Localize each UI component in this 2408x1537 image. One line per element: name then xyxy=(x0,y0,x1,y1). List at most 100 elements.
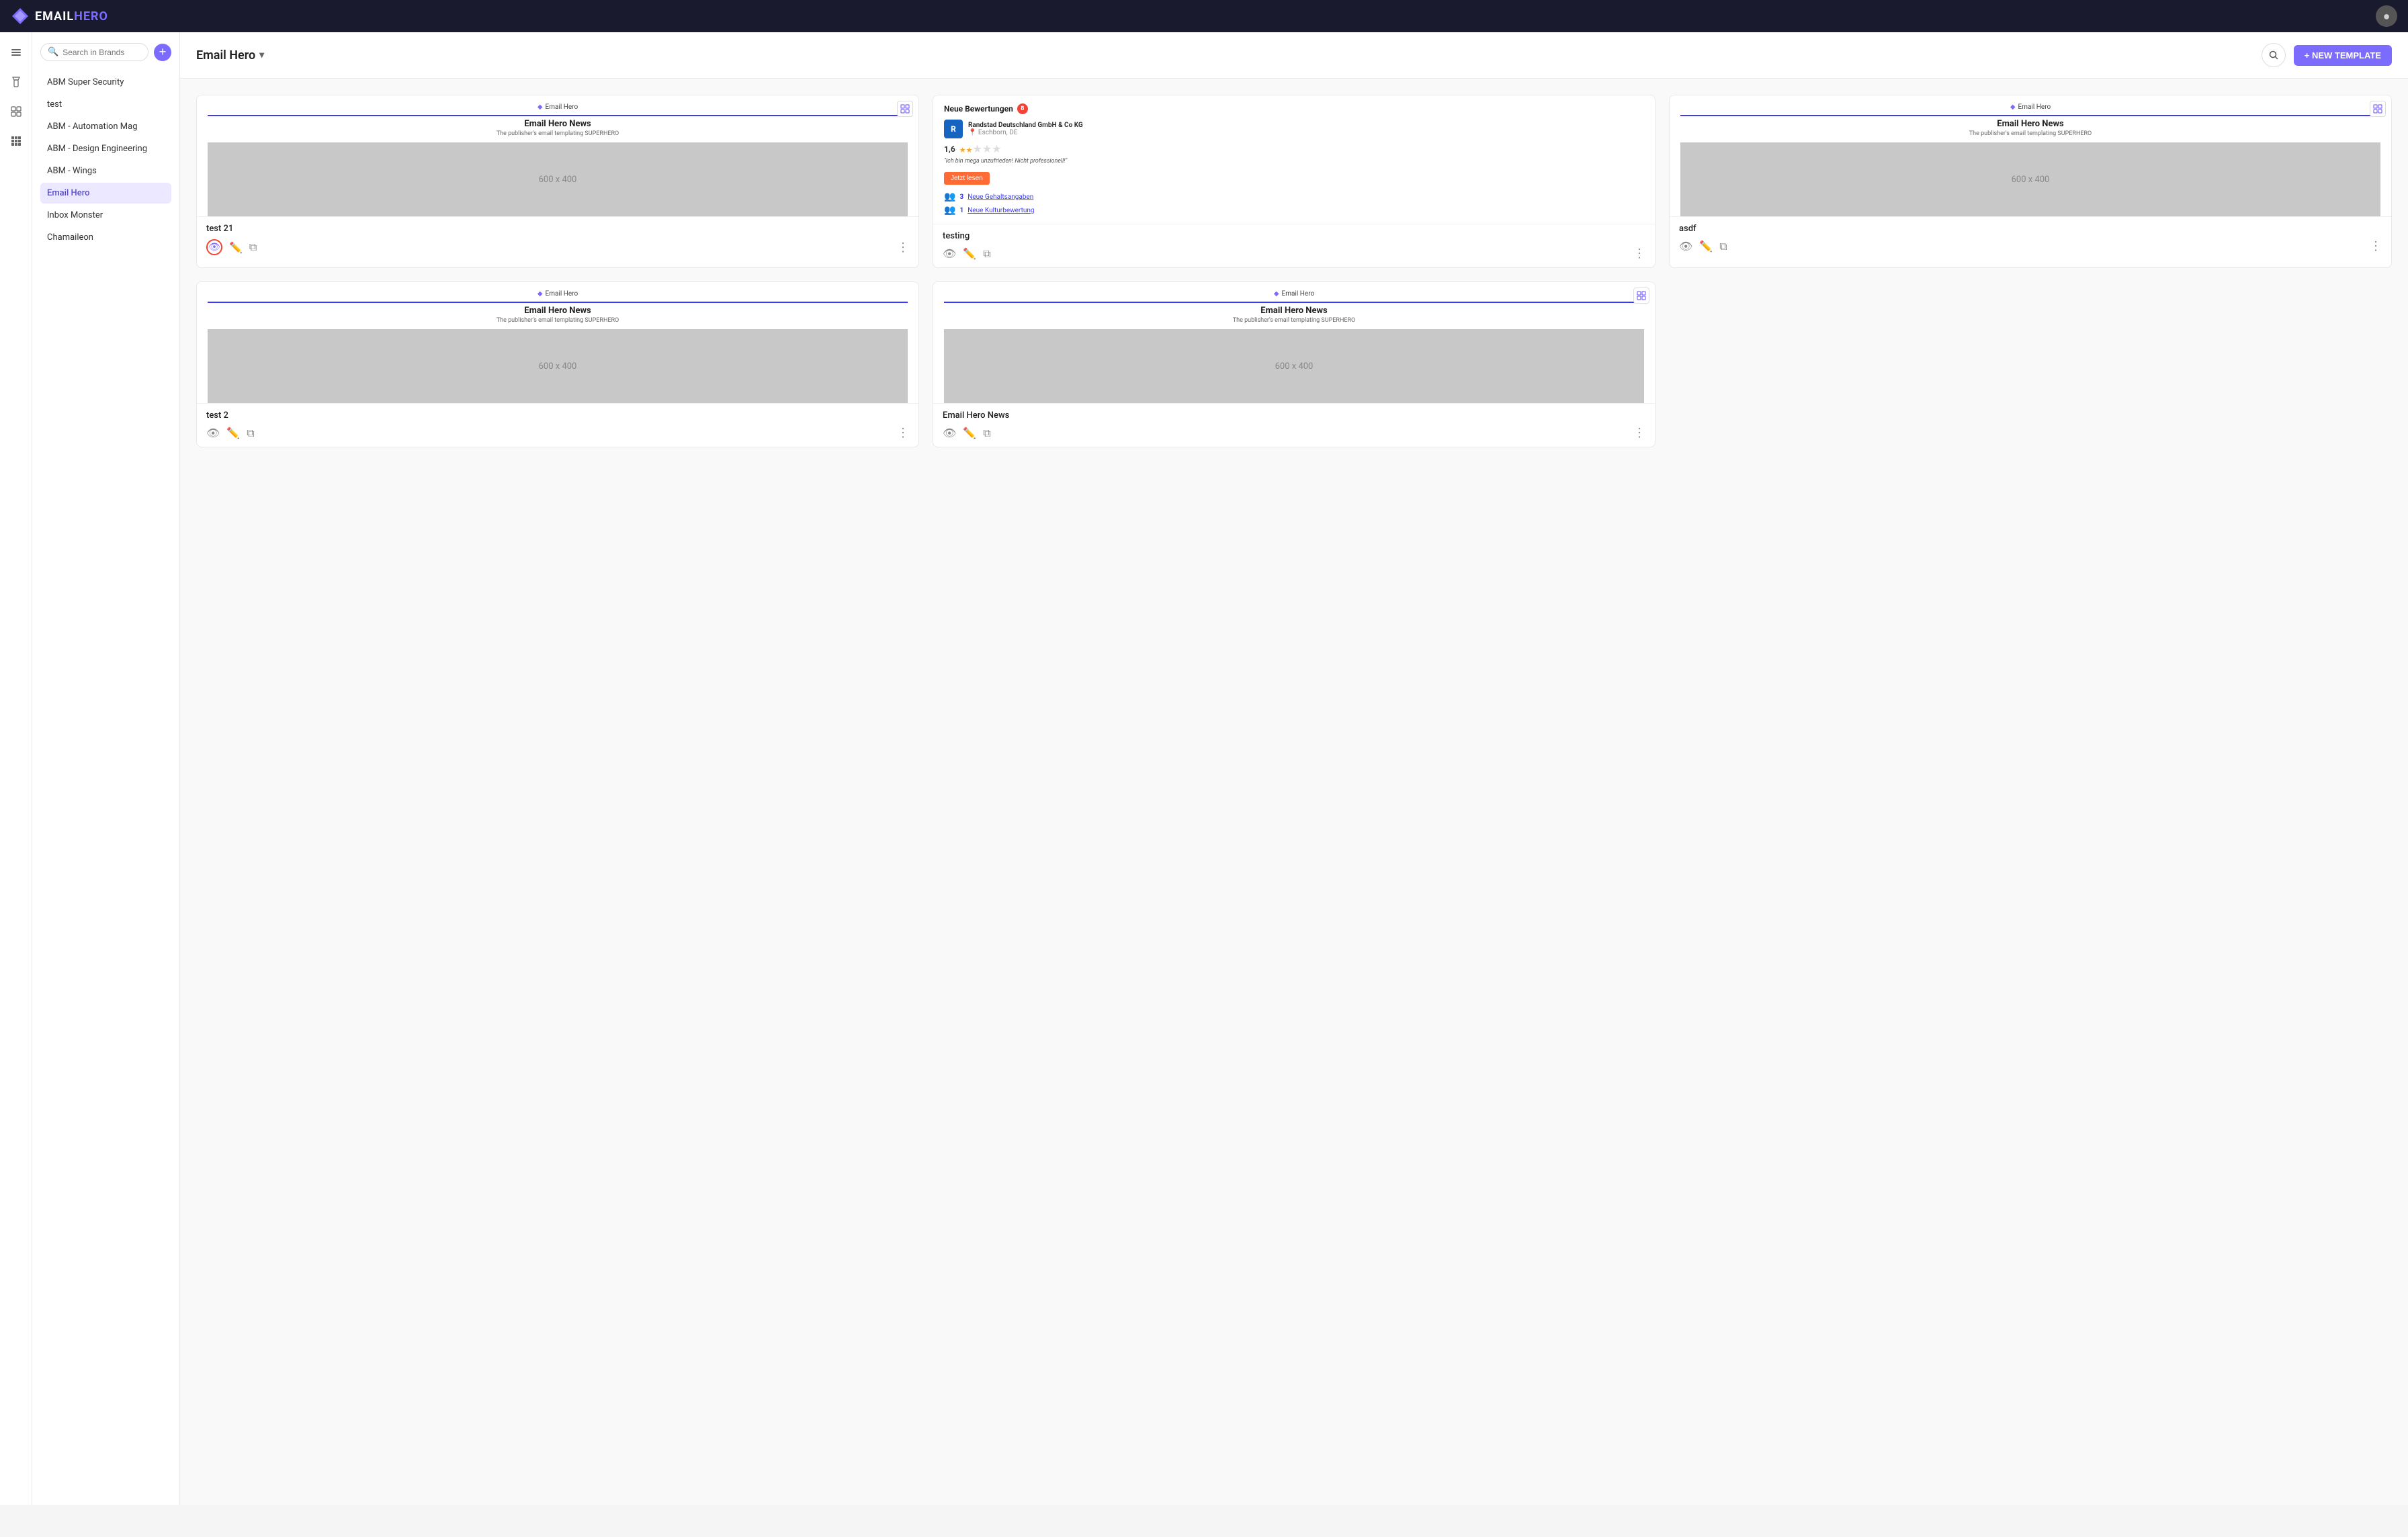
search-button[interactable] xyxy=(2262,43,2286,67)
brand-diamond-icon: ◆ xyxy=(1274,290,1279,298)
card-email-title: Email Hero News xyxy=(944,306,1644,316)
stat-link[interactable]: Neue Kulturbewertung xyxy=(968,207,1034,214)
card-email-title: Email Hero News xyxy=(1680,119,2380,129)
template-card[interactable]: ◆ Email Hero Email Hero News The publish… xyxy=(196,95,919,268)
add-brand-button[interactable]: + xyxy=(154,44,171,61)
brand-item[interactable]: Chamaileon xyxy=(40,227,171,248)
header-actions: + NEW TEMPLATE xyxy=(2262,43,2392,67)
template-card[interactable]: Neue Bewertungen 8 R Randstad Deutschlan… xyxy=(933,95,1656,268)
brand-title-row: Email Hero ▾ xyxy=(196,48,264,62)
stat-link[interactable]: Neue Gehaltsangaben xyxy=(968,193,1033,201)
review-cta-button[interactable]: Jetzt lesen xyxy=(944,172,990,185)
card-title-line xyxy=(1680,115,2380,116)
edit-icon[interactable]: ✏️ xyxy=(1699,240,1713,253)
brand-item[interactable]: test xyxy=(40,94,171,115)
card-image-placeholder: 600 x 400 xyxy=(944,329,1644,403)
card-footer: Email Hero News 👁 ✏️ ⧉ ⋮ xyxy=(933,404,1655,447)
more-options-icon[interactable]: ⋮ xyxy=(897,426,909,440)
brand-search-row: 🔍 + xyxy=(40,43,171,61)
card-preview: ◆ Email Hero Email Hero News The publish… xyxy=(197,95,918,217)
company-info: Randstad Deutschland GmbH & Co KG 📍 Esch… xyxy=(968,122,1083,136)
brand-diamond-icon: ◆ xyxy=(538,103,543,111)
overlay-grid-icon[interactable] xyxy=(2370,101,2386,117)
copy-icon[interactable]: ⧉ xyxy=(249,240,257,254)
more-options-icon[interactable]: ⋮ xyxy=(2370,239,2382,253)
review-stat-row: 👥 1 Neue Kulturbewertung xyxy=(944,205,1644,216)
new-template-button[interactable]: + NEW TEMPLATE xyxy=(2294,45,2392,66)
card-email-subtitle: The publisher's email templating SUPERHE… xyxy=(208,130,908,137)
card-image-placeholder: 600 x 400 xyxy=(208,142,908,216)
stat-icon: 👥 xyxy=(944,205,955,216)
brand-item[interactable]: Email Hero xyxy=(40,183,171,204)
brand-item[interactable]: ABM - Design Engineering xyxy=(40,138,171,159)
edit-icon[interactable]: ✏️ xyxy=(963,427,976,439)
search-icon xyxy=(2268,50,2279,60)
card-actions: 👁 ✏️ ⧉ ⋮ xyxy=(206,426,909,440)
card-actions: 👁 ✏️ ⧉ ⋮ xyxy=(943,247,1645,261)
more-options-icon[interactable]: ⋮ xyxy=(897,240,909,255)
template-card[interactable]: ◆ Email Hero Email Hero News The publish… xyxy=(933,281,1656,447)
card-brand-tag: ◆ Email Hero xyxy=(208,290,908,298)
main-content: Email Hero ▾ + NEW TEMPLATE ◆ Email Hero xyxy=(180,32,2408,1505)
grid-icon xyxy=(10,105,22,118)
overlay-grid-icon[interactable] xyxy=(897,101,913,117)
preview-icon[interactable]: 👁 xyxy=(943,427,956,439)
brand-item[interactable]: ABM - Automation Mag xyxy=(40,116,171,137)
template-grid: ◆ Email Hero Email Hero News The publish… xyxy=(180,79,2408,464)
edit-icon[interactable]: ✏️ xyxy=(963,247,976,260)
edit-icon[interactable]: ✏️ xyxy=(226,427,240,439)
sidebar-nav-grid[interactable] xyxy=(4,99,28,124)
sidebar-nav-apps[interactable] xyxy=(4,129,28,153)
card-brand-tag: ◆ Email Hero xyxy=(1680,103,2380,111)
review-badge: 8 xyxy=(1017,103,1028,114)
overlay-grid-icon[interactable] xyxy=(1633,288,1649,304)
copy-icon[interactable]: ⧉ xyxy=(247,427,254,440)
template-name: test 2 xyxy=(206,410,909,421)
brand-item[interactable]: ABM Super Security xyxy=(40,72,171,93)
edit-icon[interactable]: ✏️ xyxy=(229,241,243,254)
card-email-subtitle: The publisher's email templating SUPERHE… xyxy=(1680,130,2380,137)
avatar-icon: ● xyxy=(2383,9,2391,24)
review-rating-row: 1,6 ★★★★★ xyxy=(944,142,1644,155)
brand-sidebar: 🔍 + ABM Super SecuritytestABM - Automati… xyxy=(32,32,180,1505)
brand-item[interactable]: ABM - Wings xyxy=(40,161,171,181)
brand-dropdown-arrow[interactable]: ▾ xyxy=(259,50,264,60)
more-options-icon[interactable]: ⋮ xyxy=(1633,247,1645,261)
card-email-subtitle: The publisher's email templating SUPERHE… xyxy=(944,317,1644,324)
template-name: Email Hero News xyxy=(943,410,1645,421)
company-logo: R xyxy=(944,120,963,138)
logo: EMAILHERO xyxy=(11,7,108,26)
search-input[interactable] xyxy=(62,48,141,57)
copy-icon[interactable]: ⧉ xyxy=(983,247,990,261)
card-brand-tag: ◆ Email Hero xyxy=(944,290,1644,298)
preview-icon[interactable]: 👁 xyxy=(943,247,956,260)
review-title: Neue Bewertungen 8 xyxy=(944,103,1644,114)
card-preview: ◆ Email Hero Email Hero News The publish… xyxy=(197,282,918,404)
card-image-placeholder: 600 x 400 xyxy=(208,329,908,403)
preview-icon[interactable]: 👁 xyxy=(1679,240,1692,253)
main-layout: 🔍 + ABM Super SecuritytestABM - Automati… xyxy=(0,32,2408,1505)
user-avatar[interactable]: ● xyxy=(2376,5,2397,27)
sidebar-nav-list[interactable] xyxy=(4,40,28,64)
template-card[interactable]: ◆ Email Hero Email Hero News The publish… xyxy=(1669,95,2392,268)
template-card[interactable]: ◆ Email Hero Email Hero News The publish… xyxy=(196,281,919,447)
brand-title: Email Hero xyxy=(196,48,255,62)
preview-icon[interactable]: 👁 xyxy=(206,427,220,439)
card-actions: 👁 ✏️ ⧉ ⋮ xyxy=(206,239,909,255)
brand-list: ABM Super SecuritytestABM - Automation M… xyxy=(40,72,171,248)
template-name: asdf xyxy=(1679,224,2382,234)
more-options-icon[interactable]: ⋮ xyxy=(1633,426,1645,440)
tools-icon xyxy=(10,76,22,88)
brand-item[interactable]: Inbox Monster xyxy=(40,205,171,226)
copy-icon[interactable]: ⧉ xyxy=(983,427,990,440)
sidebar-nav-tools[interactable] xyxy=(4,70,28,94)
card-title-line xyxy=(944,302,1644,303)
main-header: Email Hero ▾ + NEW TEMPLATE xyxy=(180,32,2408,79)
brand-search-box[interactable]: 🔍 xyxy=(40,43,148,61)
card-email-title: Email Hero News xyxy=(208,119,908,129)
copy-icon[interactable]: ⧉ xyxy=(1719,240,1727,253)
card-email-subtitle: The publisher's email templating SUPERHE… xyxy=(208,317,908,324)
preview-icon[interactable]: 👁 xyxy=(206,239,222,255)
template-name: test 21 xyxy=(206,224,909,234)
card-preview: ◆ Email Hero Email Hero News The publish… xyxy=(1670,95,2391,217)
